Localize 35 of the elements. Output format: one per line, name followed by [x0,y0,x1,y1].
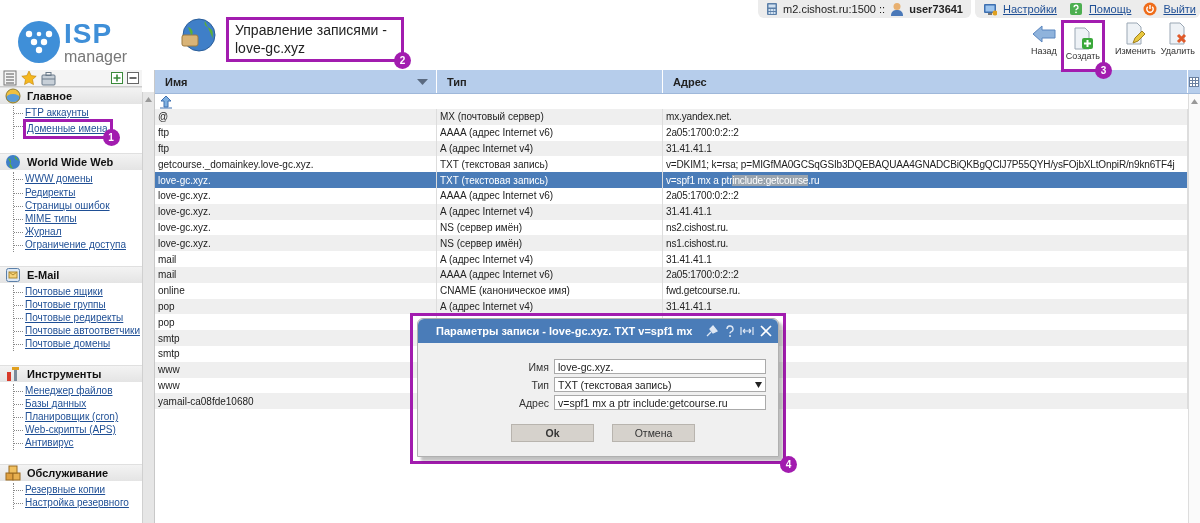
logo-brand: ISP [64,18,114,50]
table-cell: love-gc.xyz. [155,188,437,204]
table-cell: A (адрес Internet v4) [437,298,663,315]
table-cell: TXT (текстовая запись) [437,172,663,188]
table-cell: AAAA (адрес Internet v6) [437,266,663,283]
table-cell: love-gc.xyz. [155,203,437,220]
page-title: Управление записями - love-gc.xyz [235,21,387,57]
dialog-title-bar: Параметры записи - love-gc.xyz. TXT v=spf1 mx [418,319,778,343]
table-cell: ftp [155,140,437,157]
field-label: Имя [527,360,549,373]
table-cell: love-gc.xyz. [155,172,437,188]
table-cell: mail [155,266,437,283]
table-cell: pop [155,298,437,315]
step-badge: 2 [393,52,411,69]
table-cell: CNAME (каноническое имя) [437,282,663,299]
table-cell: NS (сервер имён) [437,235,663,252]
field-label: Тип [530,378,549,391]
step-badge: 3 [1095,62,1112,79]
table-cell: online [155,282,437,299]
table-cell: MX (почтовый сервер) [437,109,663,125]
table-cell: A (адрес Internet v4) [437,203,663,220]
table-cell: @ [155,109,437,125]
table-cell: mail [155,251,437,267]
logo-product: manager [64,48,128,66]
table-cell: A (адрес Internet v4) [437,140,663,157]
table-cell: AAAA (адрес Internet v6) [437,188,663,204]
table-cell: ftp [155,124,437,141]
table-cell: AAAA (адрес Internet v6) [437,124,663,141]
step-badge: 4 [780,456,797,473]
server-address: m2.cishost.ru:1500 :: [783,3,886,15]
field-label: Адрес [517,396,549,409]
table-cell: v=spf1 mx a ptrinclude:getcourse.ru [663,172,1188,188]
table-cell: love-gc.xyz. [155,235,437,252]
username: user73641 [909,3,963,15]
table-cell: A (адрес Internet v4) [437,251,663,267]
